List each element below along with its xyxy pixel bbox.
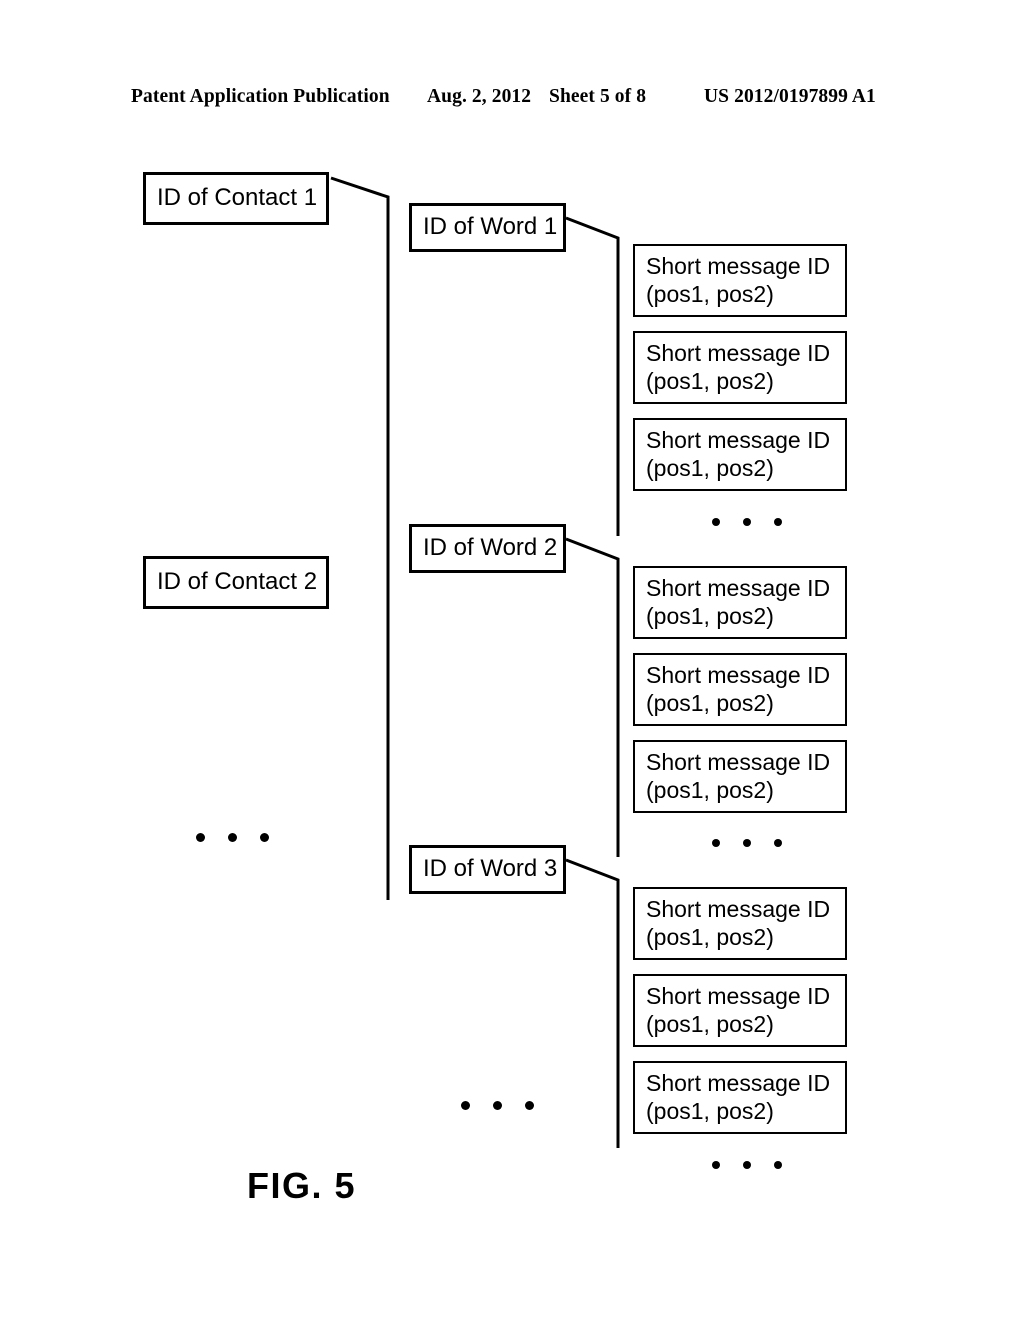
word-box-1-label: ID of Word 1: [423, 213, 558, 241]
ellipsis-dot: [493, 1101, 502, 1110]
ellipsis-dot: [260, 833, 269, 842]
contact-box-1-label: ID of Contact 1: [157, 184, 318, 212]
message-box[interactable]: Short message ID (pos1, pos2): [633, 1061, 847, 1134]
contacts-ellipsis: [196, 833, 269, 842]
page-header: Patent Application Publication Aug. 2, 2…: [0, 86, 1024, 116]
ellipsis-dot: [712, 1161, 720, 1169]
message-box-line2: (pos1, pos2): [646, 368, 774, 394]
connector-word3-spine: [565, 858, 620, 1148]
message-box-line1: Short message ID: [646, 982, 831, 1009]
message-box[interactable]: Short message ID (pos1, pos2): [633, 974, 847, 1047]
ellipsis-dot: [743, 1161, 751, 1169]
word-box-3-label: ID of Word 3: [423, 855, 558, 883]
ellipsis-dot: [196, 833, 205, 842]
message-box[interactable]: Short message ID (pos1, pos2): [633, 566, 847, 639]
message-group-1-ellipsis: [712, 518, 782, 526]
message-box-line1: Short message ID: [646, 661, 831, 688]
header-patent-number-label: US 2012/0197899 A1: [704, 86, 876, 107]
message-group-2-ellipsis: [712, 839, 782, 847]
words-ellipsis: [461, 1101, 534, 1110]
contact-box-2-label: ID of Contact 2: [157, 568, 318, 596]
message-box-line2: (pos1, pos2): [646, 924, 774, 950]
message-box[interactable]: Short message ID (pos1, pos2): [633, 740, 847, 813]
message-box-line1: Short message ID: [646, 252, 831, 279]
word-box-3[interactable]: ID of Word 3: [409, 845, 566, 894]
message-group-3-ellipsis: [712, 1161, 782, 1169]
connector-contact1-spine: [330, 176, 390, 900]
message-box-line1: Short message ID: [646, 574, 831, 601]
ellipsis-dot: [525, 1101, 534, 1110]
message-box[interactable]: Short message ID (pos1, pos2): [633, 653, 847, 726]
message-box[interactable]: Short message ID (pos1, pos2): [633, 244, 847, 317]
ellipsis-dot: [712, 518, 720, 526]
contact-box-1[interactable]: ID of Contact 1: [143, 172, 329, 225]
ellipsis-dot: [774, 839, 782, 847]
message-box-line1: Short message ID: [646, 748, 831, 775]
message-box-line2: (pos1, pos2): [646, 603, 774, 629]
message-box-line2: (pos1, pos2): [646, 777, 774, 803]
message-box-line1: Short message ID: [646, 339, 831, 366]
ellipsis-dot: [228, 833, 237, 842]
message-box[interactable]: Short message ID (pos1, pos2): [633, 887, 847, 960]
message-box-line2: (pos1, pos2): [646, 1098, 774, 1124]
header-date-label: Aug. 2, 2012: [427, 86, 532, 107]
ellipsis-dot: [712, 839, 720, 847]
word-box-2[interactable]: ID of Word 2: [409, 524, 566, 573]
message-box-line1: Short message ID: [646, 426, 831, 453]
message-box-line1: Short message ID: [646, 895, 831, 922]
word-box-1[interactable]: ID of Word 1: [409, 203, 566, 252]
ellipsis-dot: [461, 1101, 470, 1110]
patent-figure-page: Patent Application Publication Aug. 2, 2…: [0, 0, 1024, 1320]
message-box-line2: (pos1, pos2): [646, 281, 774, 307]
ellipsis-dot: [743, 839, 751, 847]
message-box-line2: (pos1, pos2): [646, 690, 774, 716]
word-box-2-label: ID of Word 2: [423, 534, 558, 562]
header-sheet-label: Sheet 5 of 8: [549, 86, 647, 107]
connector-word1-spine: [565, 216, 620, 536]
ellipsis-dot: [774, 1161, 782, 1169]
connector-word2-spine: [565, 537, 620, 857]
header-publication-label: Patent Application Publication: [131, 86, 390, 107]
figure-caption: FIG. 5: [247, 1165, 357, 1206]
message-box[interactable]: Short message ID (pos1, pos2): [633, 418, 847, 491]
message-box-line1: Short message ID: [646, 1069, 831, 1096]
ellipsis-dot: [774, 518, 782, 526]
message-box[interactable]: Short message ID (pos1, pos2): [633, 331, 847, 404]
contact-box-2[interactable]: ID of Contact 2: [143, 556, 329, 609]
message-box-line2: (pos1, pos2): [646, 1011, 774, 1037]
ellipsis-dot: [743, 518, 751, 526]
message-box-line2: (pos1, pos2): [646, 455, 774, 481]
